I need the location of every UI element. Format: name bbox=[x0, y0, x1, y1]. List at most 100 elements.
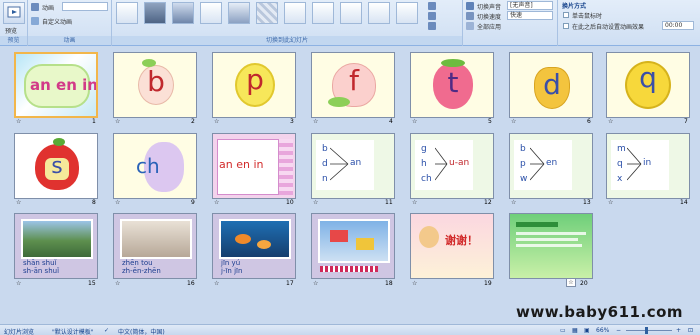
preview-button[interactable] bbox=[3, 2, 25, 24]
slide-thumbnail-11[interactable]: b d n an bbox=[311, 133, 395, 199]
slide-15-caption: shān shuǐ bbox=[23, 259, 57, 267]
ribbon: 预览 预览 动画 自定义动画 动画 切换到此幻灯片 切换声音 [无声音] 切换速… bbox=[0, 0, 700, 46]
slide-16-transition-icon: ☆ bbox=[115, 280, 121, 287]
slide-1-title: an en in bbox=[30, 76, 98, 94]
slide-thumbnail-12[interactable]: g h ch u-an bbox=[410, 133, 494, 199]
transition-checker-button[interactable] bbox=[256, 2, 278, 24]
slideshow-view-icon[interactable]: ▣ bbox=[584, 327, 590, 334]
slide-2-transition-icon: ☆ bbox=[115, 118, 121, 125]
slide-thumbnail-5[interactable]: t bbox=[410, 52, 494, 118]
preview-icon bbox=[7, 6, 21, 18]
slide-13-final: en bbox=[546, 158, 558, 168]
slide-4-letter: f bbox=[349, 64, 359, 97]
slide-9-letter: ch bbox=[136, 154, 160, 178]
slide-thumbnail-17[interactable]: jīn yú j-īn jīn bbox=[212, 213, 296, 279]
slide-thumbnail-16[interactable]: zhēn tou zh-ēn-zhēn bbox=[113, 213, 197, 279]
custom-animation-button[interactable]: 自定义动画 bbox=[42, 17, 72, 26]
slide-thumbnail-15[interactable]: shān shuǐ sh-ān shuǐ bbox=[14, 213, 98, 279]
animation-select[interactable] bbox=[62, 2, 108, 11]
status-theme-label: "默认设计模板" bbox=[52, 329, 94, 335]
zoom-slider-thumb[interactable] bbox=[645, 327, 648, 334]
slide-5-transition-icon: ☆ bbox=[412, 118, 418, 125]
transition-up-button[interactable] bbox=[368, 2, 390, 24]
watermark: www.baby611.com bbox=[516, 303, 684, 321]
slide-thumbnail-3[interactable]: p bbox=[212, 52, 296, 118]
slide-15-transition-icon: ☆ bbox=[16, 280, 22, 287]
slide-thumbnail-14[interactable]: m q x in bbox=[606, 133, 690, 199]
animation-icon bbox=[31, 3, 39, 11]
slide-thumbnail-4[interactable]: f bbox=[311, 52, 395, 118]
zoom-slider[interactable] bbox=[626, 330, 672, 331]
transition-down-button[interactable] bbox=[340, 2, 362, 24]
transition-none-button[interactable] bbox=[116, 2, 138, 24]
slide-12-transition-icon: ☆ bbox=[412, 199, 418, 206]
spell-check-icon[interactable]: ✓ bbox=[104, 327, 109, 334]
auto-after-time[interactable]: 00:00 bbox=[662, 21, 694, 30]
apply-all-button[interactable]: 全部应用 bbox=[477, 22, 501, 31]
slide-12-final: u-an bbox=[449, 158, 470, 168]
auto-after-checkbox[interactable] bbox=[563, 23, 569, 29]
slide-11-number: 11 bbox=[385, 199, 393, 206]
slide-14-transition-icon: ☆ bbox=[608, 199, 614, 206]
sound-label: 切换声音 bbox=[477, 4, 502, 11]
slide-thumbnail-10[interactable]: an en in bbox=[212, 133, 296, 199]
transition-cover-button[interactable] bbox=[228, 2, 250, 24]
transition-scroll-down-icon[interactable] bbox=[428, 12, 436, 20]
slide-10-border-shape bbox=[279, 139, 293, 195]
slide-thumbnail-13[interactable]: b p w en bbox=[509, 133, 593, 199]
sound-select[interactable]: [无声音] bbox=[507, 1, 553, 10]
transition-gallery-expand-icon[interactable] bbox=[428, 22, 436, 30]
slide-thumbnail-7[interactable]: q bbox=[606, 52, 690, 118]
slide-4-leaf-shape bbox=[328, 97, 350, 107]
slide-11-connector-lines bbox=[330, 147, 349, 181]
slide-18-text-strip bbox=[320, 266, 378, 272]
zoom-in-icon[interactable]: + bbox=[676, 327, 681, 334]
slide-thumbnail-8[interactable]: s bbox=[14, 133, 98, 199]
transition-wipe-button[interactable] bbox=[284, 2, 306, 24]
animation-label: 动画 bbox=[42, 5, 55, 12]
normal-view-icon[interactable]: ▭ bbox=[560, 327, 566, 334]
slide-thumbnail-2[interactable]: b bbox=[113, 52, 197, 118]
slide-18-kite-shape-2 bbox=[356, 238, 374, 250]
status-language-label: 中文(简体，中国) bbox=[118, 329, 165, 335]
preview-group-caption: 预览 bbox=[0, 36, 27, 45]
transition-cut-button[interactable] bbox=[172, 2, 194, 24]
advance-group: 换片方式 单击鼠标时 在此之后自动设置动画效果 00:00 bbox=[558, 0, 700, 46]
slide-thumbnail-19[interactable]: 谢谢！ bbox=[410, 213, 494, 279]
slide-8-letter: s bbox=[51, 154, 63, 179]
transition-more-button[interactable] bbox=[396, 2, 418, 24]
slide-11-transition-icon: ☆ bbox=[313, 199, 319, 206]
fit-window-icon[interactable]: ⊡ bbox=[688, 327, 693, 334]
slide-19-number: 19 bbox=[484, 280, 492, 287]
on-click-checkbox[interactable] bbox=[563, 12, 569, 18]
transition-push-button[interactable] bbox=[200, 2, 222, 24]
slide-thumbnail-20[interactable] bbox=[509, 213, 593, 279]
auto-after-label: 在此之后自动设置动画效果 bbox=[572, 24, 645, 31]
speed-label: 切换速度 bbox=[477, 14, 502, 21]
slide-thumbnail-18[interactable] bbox=[311, 213, 395, 279]
slide-9-number: 9 bbox=[191, 199, 195, 206]
slide-18-transition-icon: ☆ bbox=[313, 280, 319, 287]
slide-sorter[interactable]: an en in ☆ 1 b ☆ 2 p ☆ 3 f ☆ 4 t ☆ 5 d ☆… bbox=[0, 46, 700, 324]
zoom-out-icon[interactable]: − bbox=[616, 327, 621, 334]
slide-17-fish-shape-2 bbox=[257, 240, 271, 249]
transition-split-button[interactable] bbox=[312, 2, 334, 24]
slide-20-transition-icon: ☆ bbox=[566, 278, 576, 287]
slide-thumbnail-6[interactable]: d bbox=[509, 52, 593, 118]
slide-15-subcaption: sh-ān shuǐ bbox=[23, 267, 60, 275]
speed-select[interactable]: 快速 bbox=[507, 11, 553, 20]
transition-scroll-up-icon[interactable] bbox=[428, 2, 436, 10]
slide-14-number: 14 bbox=[680, 199, 688, 206]
slide-13-transition-icon: ☆ bbox=[511, 199, 517, 206]
slide-1-transition-icon: ☆ bbox=[16, 118, 22, 125]
slide-thumbnail-1[interactable]: an en in bbox=[14, 52, 98, 118]
transition-fade-button[interactable] bbox=[144, 2, 166, 24]
slide-12-number: 12 bbox=[484, 199, 492, 206]
slide-12-connector-lines bbox=[435, 147, 448, 181]
slide-thumbnail-9[interactable]: ch bbox=[113, 133, 197, 199]
slide-19-bear-shape bbox=[419, 226, 439, 248]
custom-animation-icon bbox=[31, 17, 39, 25]
slide-3-transition-icon: ☆ bbox=[214, 118, 220, 125]
slide-5-letter: t bbox=[447, 66, 459, 99]
sorter-view-icon[interactable]: ▦ bbox=[572, 327, 578, 334]
